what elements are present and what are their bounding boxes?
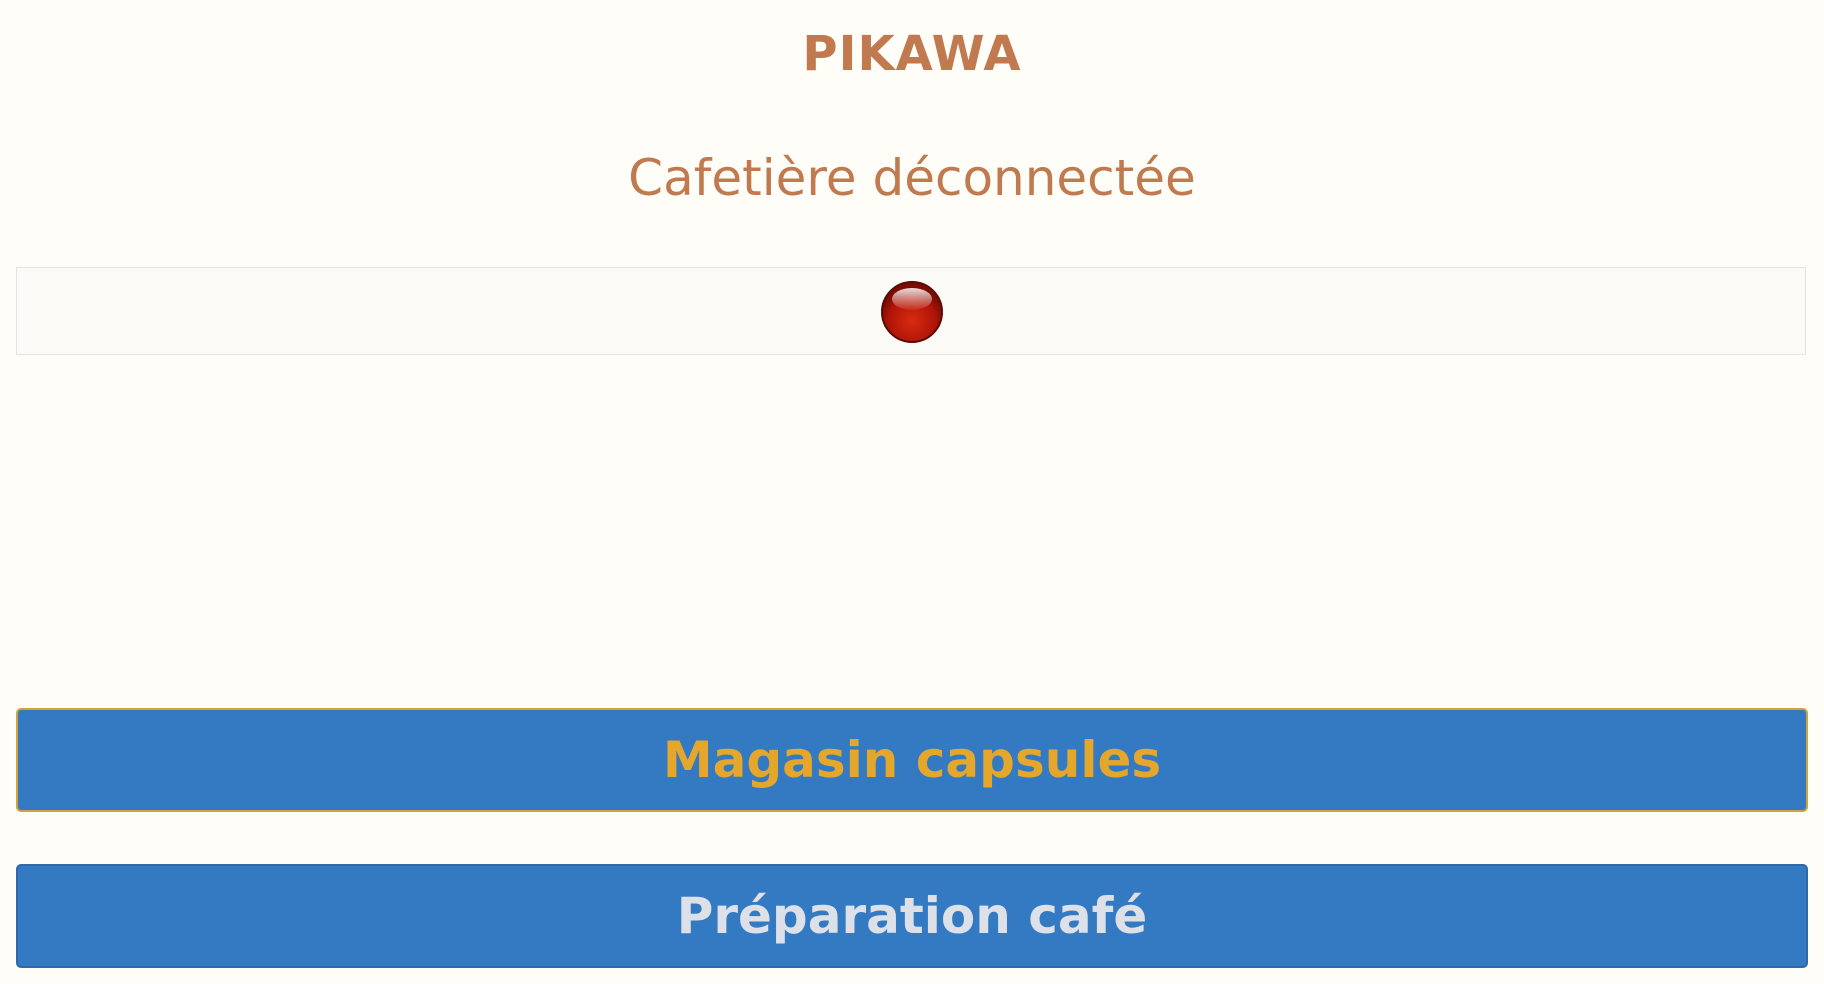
coffee-preparation-button[interactable]: Préparation café [16, 864, 1808, 968]
connection-status-text: Cafetière déconnectée [628, 149, 1196, 207]
red-status-light-icon [881, 281, 943, 343]
app-title: PIKAWA [802, 26, 1022, 82]
capsules-store-button[interactable]: Magasin capsules [16, 708, 1808, 812]
